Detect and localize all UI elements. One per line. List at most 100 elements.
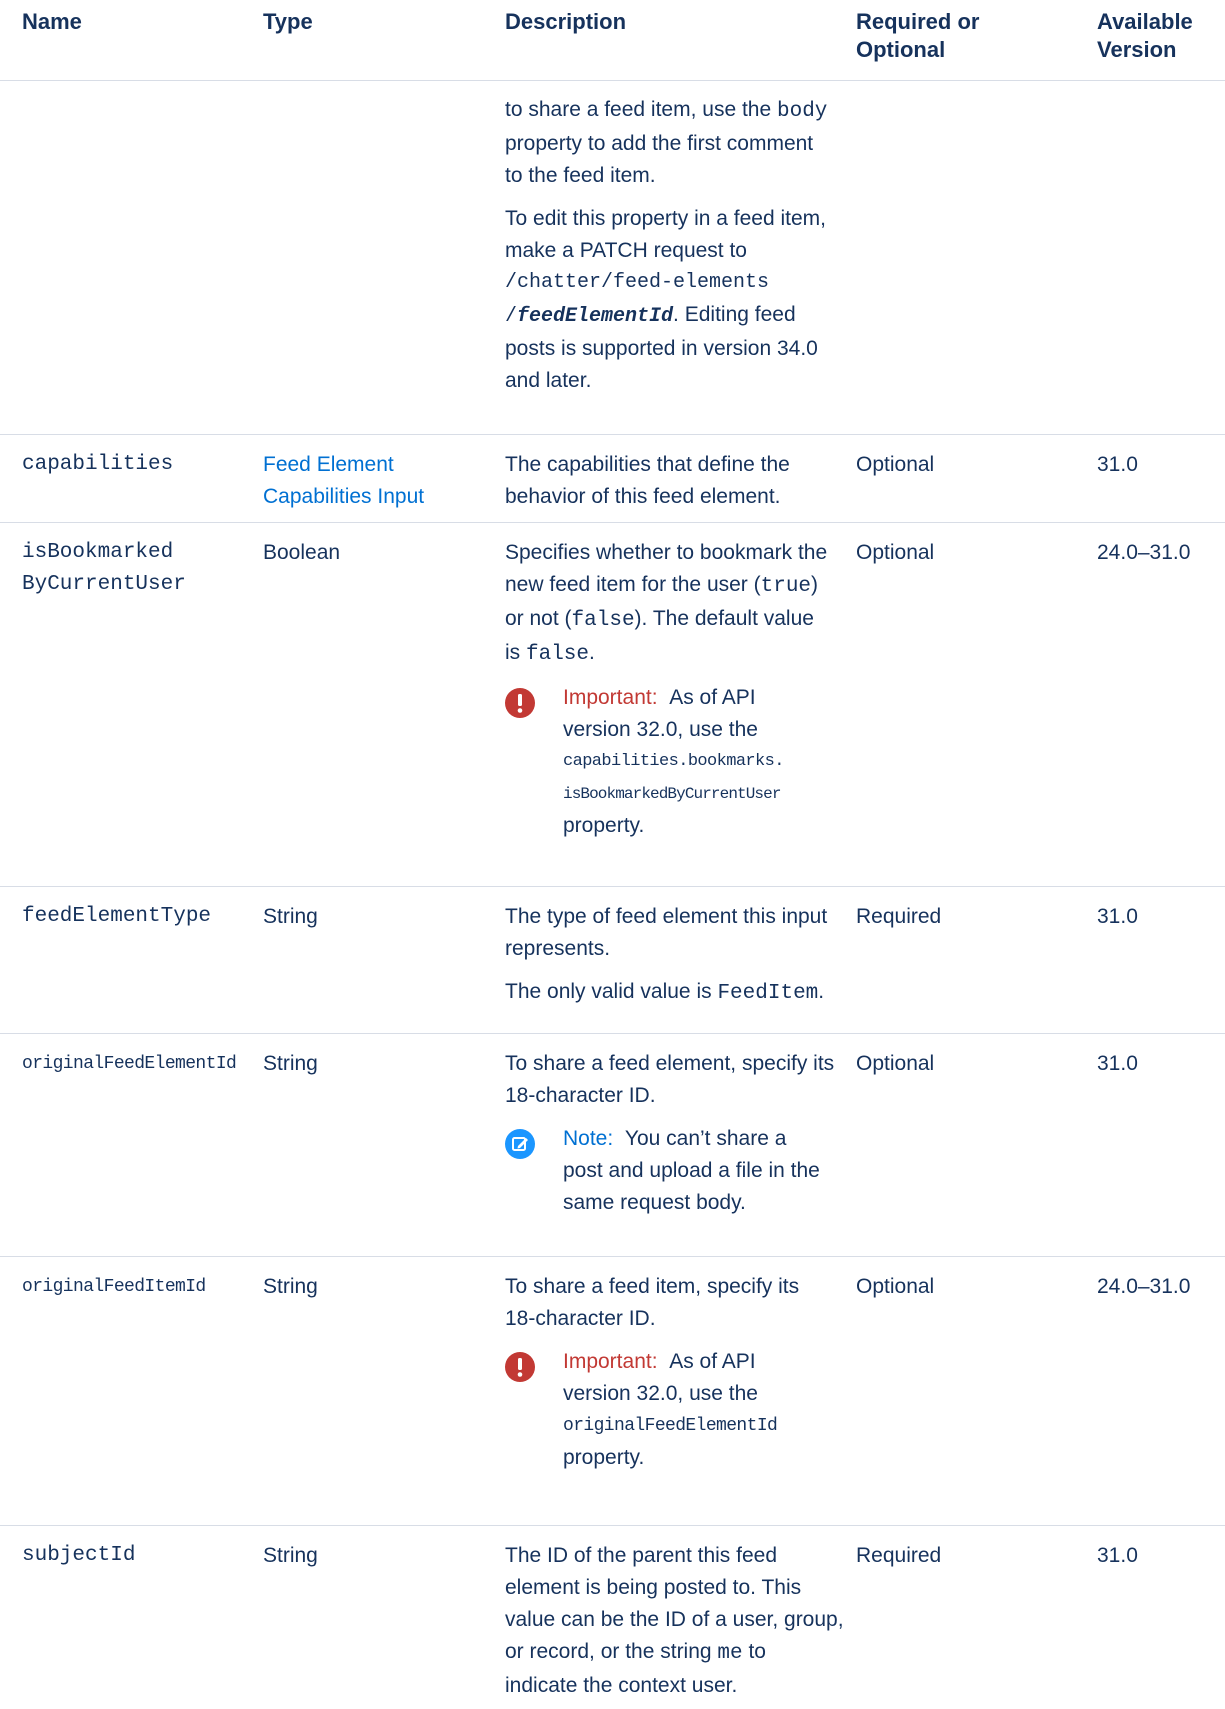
row2-version: 24.0–31.0 xyxy=(1097,541,1191,564)
row5-callout-2: version 32.0, use the xyxy=(563,1382,758,1405)
row1-desc-1: The capabilities that define the xyxy=(505,453,790,476)
row0-text-3: to the feed item. xyxy=(505,164,656,187)
row0-text: to share a feed item, use the xyxy=(505,98,777,121)
row6-version: 31.0 xyxy=(1097,1544,1138,1567)
row2-name-line2: ByCurrentUser xyxy=(22,573,186,596)
row5-callout-code-1: originalFeedElementId xyxy=(563,1416,778,1436)
row2-code-false: false xyxy=(571,609,635,632)
header-version-line2: Version xyxy=(1097,37,1177,62)
row6-desc-5: indicate the context user. xyxy=(505,1674,738,1697)
row-rule-5 xyxy=(0,1525,1225,1526)
row3-code-feeditem: FeedItem xyxy=(717,982,819,1005)
row0-code-slash: / xyxy=(505,305,518,328)
row2-code-true: true xyxy=(760,575,812,598)
row2-name-line1: isBookmarked xyxy=(22,541,174,564)
row0-text-2: property to add the first comment xyxy=(505,132,814,155)
row-rule-0 xyxy=(0,434,1225,435)
row1-description: The capabilities that define the behavio… xyxy=(505,449,845,513)
row4-version: 31.0 xyxy=(1097,1052,1138,1075)
row4-callout-3: same request body. xyxy=(563,1191,746,1214)
row-rule-2 xyxy=(0,886,1225,887)
row2-desc-4b: . xyxy=(589,641,595,664)
row5-type: String xyxy=(263,1275,318,1298)
row2-callout-1: As of API xyxy=(669,686,756,709)
row2-callout-code-1: capabilities.bookmarks. xyxy=(563,752,784,771)
row1-required: Optional xyxy=(856,453,935,476)
row6-desc-4b: to xyxy=(742,1640,766,1663)
header-description: Description xyxy=(505,9,627,34)
row6-desc-3: value can be the ID of a user, group, xyxy=(505,1608,844,1631)
header-rule xyxy=(0,80,1225,81)
row5-desc-1: To share a feed item, specify its xyxy=(505,1275,800,1298)
row6-desc-1: The ID of the parent this feed xyxy=(505,1544,777,1567)
row0-para2-4: . Editing feed xyxy=(673,303,796,326)
row3-desc-3a: The only valid value is xyxy=(505,980,718,1003)
row2-type: Boolean xyxy=(263,541,341,564)
row2-desc-3a: or not ( xyxy=(505,607,572,630)
row4-note-callout: Note: You can’t share a post and upload … xyxy=(505,1123,850,1219)
row0-code-var: feedElementId xyxy=(517,305,674,328)
row2-callout-code-2: isBookmarkedByCurrentUser xyxy=(563,785,781,803)
row2-desc-1: Specifies whether to bookmark the xyxy=(505,541,828,564)
row6-code-me: me xyxy=(717,1642,743,1665)
row5-important-callout: Important: As of API version 32.0, use t… xyxy=(505,1346,850,1474)
row4-callout-label: Note: xyxy=(563,1127,614,1150)
header-version-line1: Available xyxy=(1097,9,1193,34)
row4-desc-1: To share a feed element, specify its xyxy=(505,1052,835,1075)
row5-description: To share a feed item, specify its 18-cha… xyxy=(505,1271,850,1474)
row2-desc-2b: ) xyxy=(811,573,819,596)
row5-desc-2: 18-character ID. xyxy=(505,1307,656,1330)
row0-description: to share a feed item, use the body prope… xyxy=(505,94,845,397)
row4-type: String xyxy=(263,1052,318,1075)
header-required-optional: Required or Optional xyxy=(856,8,979,64)
row5-callout-1: As of API xyxy=(669,1350,756,1373)
row3-desc-3b: . xyxy=(818,980,825,1003)
header-available-version: Available Version xyxy=(1097,8,1193,64)
row2-desc-4a: is xyxy=(505,641,526,664)
row0-para2-5: posts is supported in version 34.0 xyxy=(505,337,818,360)
row2-name: isBookmarked ByCurrentUser xyxy=(22,537,186,601)
row0-para2-2: make a PATCH request to xyxy=(505,239,747,262)
parameters-table: Name Type Description Required or Option… xyxy=(0,0,1225,1709)
row6-desc-4a: or record, or the string xyxy=(505,1640,718,1663)
row5-callout-label: Important: xyxy=(563,1350,658,1373)
note-edit-icon xyxy=(505,1129,535,1159)
row3-type: String xyxy=(263,905,318,928)
row2-desc-2a: new feed item for the user ( xyxy=(505,573,761,596)
row2-important-callout: Important: As of API version 32.0, use t… xyxy=(505,682,850,842)
row1-type-line1[interactable]: Feed Element xyxy=(263,449,424,481)
row1-type-link[interactable]: Feed Element Capabilities Input xyxy=(263,449,424,513)
row5-required: Optional xyxy=(856,1275,935,1298)
row1-type-line2[interactable]: Capabilities Input xyxy=(263,481,424,513)
row2-code-false-2: false xyxy=(526,643,590,666)
row4-callout-2: post and upload a file in the xyxy=(563,1159,820,1182)
row3-version: 31.0 xyxy=(1097,905,1138,928)
row4-callout-1: You can’t share a xyxy=(624,1127,787,1150)
row6-description: The ID of the parent this feed element i… xyxy=(505,1540,850,1702)
row2-desc-3b: ). The default value xyxy=(634,607,814,630)
row5-version: 24.0–31.0 xyxy=(1097,1275,1191,1298)
header-name: Name xyxy=(22,9,82,34)
row3-desc-2: represents. xyxy=(505,937,611,960)
row6-required: Required xyxy=(856,1544,942,1567)
row6-type: String xyxy=(263,1544,318,1567)
row1-name: capabilities xyxy=(22,453,174,476)
row3-name: feedElementType xyxy=(22,905,212,928)
row2-description: Specifies whether to bookmark the new fe… xyxy=(505,537,850,842)
row4-name: originalFeedElementId xyxy=(22,1054,237,1074)
row0-code-body: body xyxy=(777,100,828,123)
row2-callout-2: version 32.0, use the xyxy=(563,718,758,741)
row2-callout-label: Important: xyxy=(563,686,658,709)
row2-required: Optional xyxy=(856,541,935,564)
warning-icon xyxy=(505,688,535,718)
row-rule-4 xyxy=(0,1256,1225,1257)
header-type: Type xyxy=(263,9,313,34)
row0-code-path: /chatter/feed-elements xyxy=(505,271,770,294)
row6-name: subjectId xyxy=(22,1544,136,1567)
header-required-line2: Optional xyxy=(856,37,946,62)
row6-desc-2: element is being posted to. This xyxy=(505,1576,802,1599)
row0-para2-1: To edit this property in a feed item, xyxy=(505,207,826,230)
row3-required: Required xyxy=(856,905,942,928)
row2-callout-5: property. xyxy=(563,814,645,837)
row5-name: originalFeedItemId xyxy=(22,1277,206,1297)
